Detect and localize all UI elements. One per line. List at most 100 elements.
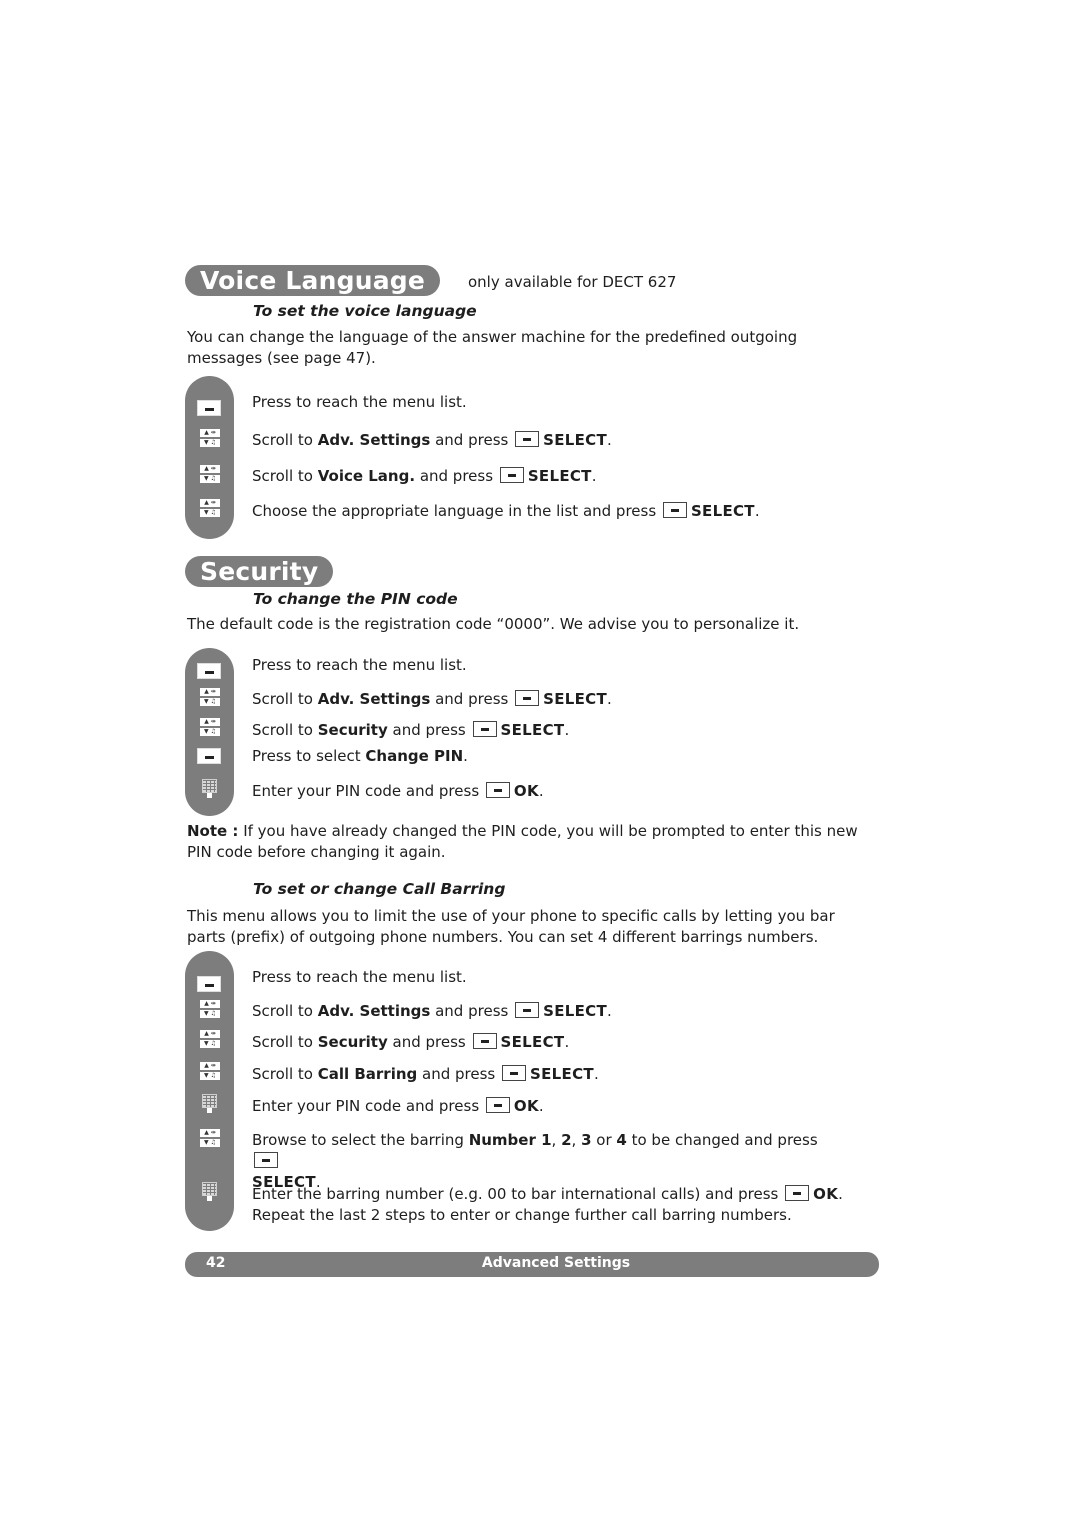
action-label: SELECT: [543, 431, 608, 449]
action-label: SELECT: [543, 690, 608, 708]
availability-note: only available for DECT 627: [468, 273, 677, 291]
step-text: Browse to select the barring: [252, 1131, 469, 1149]
menu-key-icon: [472, 721, 497, 737]
menu-key-icon: [197, 663, 221, 679]
step-text: and press: [430, 1002, 509, 1020]
navigation-key-icon: ▲ ⇹ ▼ ♫: [200, 688, 220, 707]
action-label: OK: [813, 1185, 839, 1203]
step-barring-2: Scroll to Adv. Settings and press SELECT…: [252, 1002, 612, 1020]
navigation-key-icon: ▲ ⇹ ▼ ♫: [200, 465, 220, 484]
separator: ,: [551, 1131, 562, 1149]
step-text: Press to reach the menu list.: [252, 393, 467, 411]
step-voice-4: Choose the appropriate language in the l…: [252, 502, 760, 520]
step-text: and press: [415, 467, 494, 485]
step-text: Press to select: [252, 747, 366, 765]
action-label: SELECT: [527, 467, 592, 485]
keypad-icon: [202, 779, 217, 798]
step-pin-1: Press to reach the menu list.: [252, 655, 467, 676]
barring-number: Number 1: [468, 1131, 552, 1149]
step-text: Repeat the last 2 steps to enter or chan…: [252, 1206, 792, 1224]
action-label: SELECT: [543, 1002, 608, 1020]
subtitle-change-pin: To change the PIN code: [253, 590, 458, 608]
step-text: and press: [430, 690, 509, 708]
step-text: Scroll to: [252, 431, 318, 449]
step-text: Scroll to: [252, 721, 318, 739]
separator: or: [591, 1131, 617, 1149]
menu-key-icon: [515, 690, 540, 706]
action-label: SELECT: [500, 1033, 565, 1051]
note-label: Note :: [187, 822, 239, 840]
step-text: Press to reach the menu list.: [252, 968, 467, 986]
menu-item-name: Adv. Settings: [317, 1002, 431, 1020]
menu-key-icon: [197, 976, 221, 992]
step-barring-1: Press to reach the menu list.: [252, 967, 467, 988]
action-label: OK: [513, 782, 539, 800]
note-text: If you have already changed the PIN code…: [187, 822, 858, 861]
step-text: Enter your PIN code and press: [252, 1097, 480, 1115]
menu-item-name: Change PIN: [365, 747, 464, 765]
menu-key-icon: [515, 1002, 540, 1018]
menu-item-name: Voice Lang.: [317, 467, 416, 485]
step-text: to be changed and press: [626, 1131, 818, 1149]
step-text: and press: [387, 721, 466, 739]
step-text: and press: [387, 1033, 466, 1051]
action-label: SELECT: [530, 1065, 594, 1083]
navigation-key-icon: ▲ ⇹ ▼ ♫: [200, 499, 220, 518]
menu-key-icon: [502, 1065, 527, 1081]
step-voice-1: Press to reach the menu list.: [252, 392, 467, 413]
navigation-key-icon: ▲ ⇹ ▼ ♫: [200, 718, 220, 737]
keypad-icon: [202, 1182, 217, 1201]
menu-key-icon: [485, 1097, 510, 1113]
step-text: and press: [430, 431, 509, 449]
intro-change-pin: The default code is the registration cod…: [187, 615, 800, 633]
menu-item-name: Adv. Settings: [317, 431, 431, 449]
footer-section-title: Advanced Settings: [481, 1255, 631, 1271]
step-text: Scroll to: [252, 1033, 318, 1051]
navigation-key-icon: ▲ ⇹ ▼ ♫: [200, 1000, 220, 1019]
step-voice-3: Scroll to Voice Lang. and press SELECT.: [252, 467, 597, 485]
menu-key-icon: [515, 431, 540, 447]
action-label: SELECT: [690, 502, 755, 520]
menu-key-icon: [254, 1152, 278, 1168]
navigation-key-icon: ▲ ⇹ ▼ ♫: [200, 1129, 220, 1148]
subtitle-set-voice-language: To set the voice language: [253, 302, 477, 320]
step-barring-4: Scroll to Call Barring and press SELECT.: [252, 1065, 599, 1083]
navigation-key-icon: ▲ ⇹ ▼ ♫: [200, 1030, 220, 1049]
barring-number: 3: [581, 1131, 592, 1149]
step-pin-3: Scroll to Security and press SELECT.: [252, 721, 570, 739]
menu-item-name: Security: [317, 721, 388, 739]
section-title-voice-language: Voice Language: [185, 265, 441, 296]
intro-voice-language: You can change the language of the answe…: [187, 328, 798, 367]
action-label: SELECT: [500, 721, 565, 739]
navigation-key-icon: ▲ ⇹ ▼ ♫: [200, 1062, 220, 1081]
step-pin-2: Scroll to Adv. Settings and press SELECT…: [252, 690, 612, 708]
action-label: OK: [513, 1097, 539, 1115]
step-text: Scroll to: [252, 1002, 318, 1020]
step-text: Scroll to: [252, 1065, 318, 1083]
step-text: Press to reach the menu list.: [252, 656, 467, 674]
menu-key-icon: [472, 1033, 497, 1049]
step-text: Enter the barring number (e.g. 00 to bar…: [252, 1185, 779, 1203]
navigation-key-icon: ▲ ⇹ ▼ ♫: [200, 429, 220, 448]
keypad-icon: [202, 1094, 217, 1113]
step-voice-2: Scroll to Adv. Settings and press SELECT…: [252, 431, 612, 449]
menu-key-icon: [485, 782, 510, 798]
page-footer: 42 Advanced Settings: [185, 1252, 879, 1277]
step-text: Enter your PIN code and press: [252, 782, 480, 800]
pin-note: Note : If you have already changed the P…: [187, 821, 867, 863]
step-text: and press: [417, 1065, 496, 1083]
step-text: Scroll to: [252, 690, 318, 708]
step-barring-3: Scroll to Security and press SELECT.: [252, 1033, 570, 1051]
barring-number: 2: [561, 1131, 572, 1149]
menu-key-icon: [499, 467, 524, 483]
menu-item-name: Adv. Settings: [317, 690, 431, 708]
subtitle-call-barring: To set or change Call Barring: [253, 880, 506, 898]
menu-key-icon: [197, 400, 221, 416]
menu-key-icon: [785, 1185, 810, 1201]
intro-call-barring: This menu allows you to limit the use of…: [187, 907, 835, 946]
menu-key-icon: [662, 502, 687, 518]
step-text: Scroll to: [252, 467, 318, 485]
step-pin-4: Press to select Change PIN.: [252, 746, 468, 767]
menu-item-name: Security: [317, 1033, 388, 1051]
step-pin-5: Enter your PIN code and press OK.: [252, 782, 544, 800]
